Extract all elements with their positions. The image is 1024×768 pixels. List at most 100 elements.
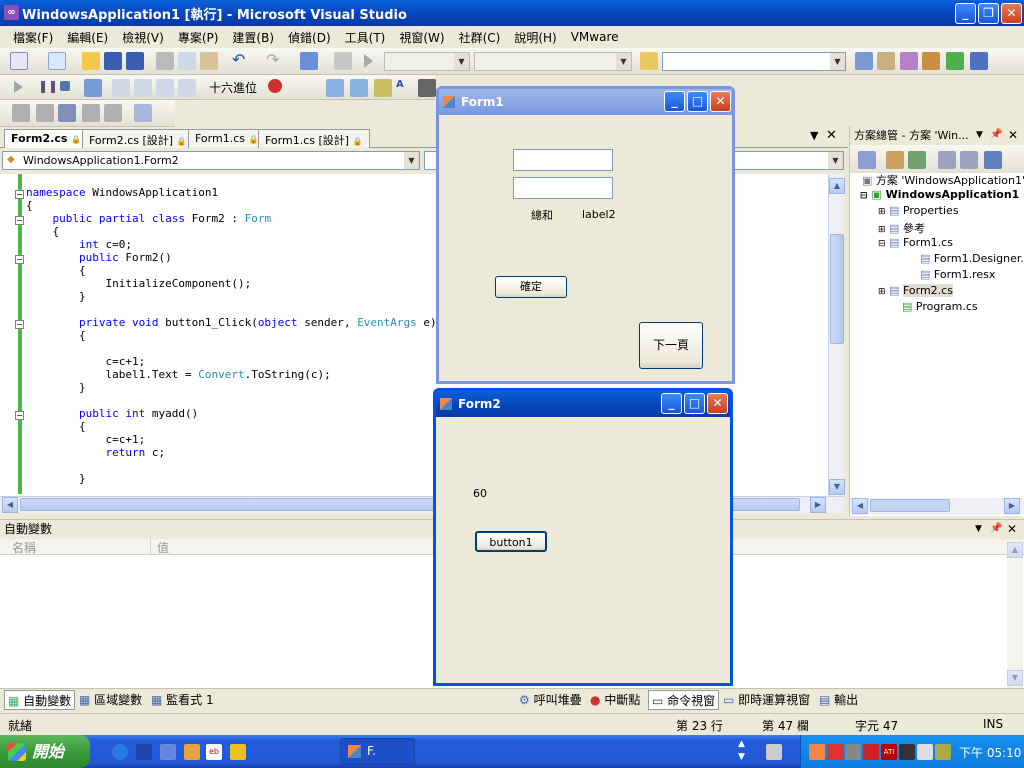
ati-icon[interactable]: ATI xyxy=(881,744,897,760)
pointer-icon[interactable] xyxy=(374,79,392,97)
pin-icon[interactable]: 📌 xyxy=(990,520,1002,538)
close-panel-icon[interactable]: ✕ xyxy=(1007,520,1017,538)
form2-close-button[interactable]: ✕ xyxy=(707,393,728,414)
step-over-icon[interactable] xyxy=(156,79,174,97)
solution-explorer-icon[interactable] xyxy=(855,52,873,70)
menu-item[interactable]: 檢視(V) xyxy=(115,29,171,46)
form1-window[interactable]: Form1 _ □ ✕ 總和 label2 確定 下一頁 xyxy=(436,86,735,384)
restore-button[interactable]: ❐ xyxy=(978,3,999,24)
paste-icon[interactable] xyxy=(200,52,218,70)
form2-window[interactable]: Form2 _ □ ✕ 60 button1 xyxy=(433,388,733,686)
properties-icon[interactable] xyxy=(886,151,904,169)
tray-icon-6[interactable] xyxy=(899,744,915,760)
taskbar-scroll-arrows[interactable]: ▲ ▼ xyxy=(738,738,745,764)
scroll-right-icon[interactable]: ▶ xyxy=(1004,498,1020,514)
scroll-down-icon[interactable]: ▼ xyxy=(1007,670,1023,686)
close-panel-icon[interactable]: ✕ xyxy=(1008,126,1018,144)
scroll-left-icon[interactable]: ◀ xyxy=(2,497,18,513)
designer-align-icon[interactable] xyxy=(350,79,368,97)
solution-explorer-hscroll[interactable]: ◀ ▶ xyxy=(850,498,1024,515)
designer-layout-icon[interactable] xyxy=(326,79,344,97)
tab-form1-design[interactable]: Form1.cs [設計] 🔒 xyxy=(258,129,370,148)
tab-call-stack[interactable]: ⚙ 呼叫堆疊 xyxy=(516,690,585,710)
panel-dropdown-icon[interactable]: ▼ xyxy=(975,520,982,538)
layout-icon-5[interactable] xyxy=(104,104,122,122)
find-in-files-icon[interactable] xyxy=(640,52,658,70)
copy-icon[interactable] xyxy=(178,52,196,70)
command-window-icon[interactable] xyxy=(970,52,988,70)
solution-platform-combo[interactable]: ▼ xyxy=(474,52,632,71)
menu-item[interactable]: 專案(P) xyxy=(171,29,226,46)
form1-title-bar[interactable]: Form1 _ □ ✕ xyxy=(439,89,732,115)
column-value[interactable]: 值 xyxy=(150,539,169,556)
fold-toggle[interactable]: − xyxy=(15,255,24,264)
menu-item[interactable]: 說明(H) xyxy=(507,29,563,46)
tray-icon-1[interactable] xyxy=(809,744,825,760)
tree-item-project[interactable]: ⊟ ▣ WindowsApplication1 xyxy=(860,188,1019,201)
form1-ok-button[interactable]: 確定 xyxy=(495,276,567,298)
menu-item[interactable]: 偵錯(D) xyxy=(281,29,338,46)
class-combo[interactable]: ◆ WindowsApplication1.Form2 ▼ xyxy=(2,151,420,170)
tree-item-form1[interactable]: ⊟ ▤ Form1.cs xyxy=(878,236,953,249)
menu-item[interactable]: 編輯(E) xyxy=(60,29,115,46)
tree-item-form1-resx[interactable]: ▤ Form1.resx xyxy=(920,268,995,281)
tab-autos[interactable]: ▦ 自動變數 xyxy=(4,690,76,710)
show-next-statement-icon[interactable] xyxy=(112,79,130,97)
view-code-icon[interactable] xyxy=(938,151,956,169)
scroll-down-icon[interactable]: ▼ xyxy=(829,479,845,495)
menu-item[interactable]: VMware xyxy=(564,30,626,44)
fold-toggle[interactable]: − xyxy=(15,320,24,329)
tab-watch[interactable]: ▦ 監看式 1 xyxy=(148,690,217,710)
object-browser-icon[interactable] xyxy=(900,52,918,70)
font-icon[interactable]: A xyxy=(396,79,414,97)
close-document-icon[interactable]: ✕ xyxy=(826,128,837,143)
step-out-icon[interactable] xyxy=(178,79,196,97)
tab-immediate-window[interactable]: ▭ 即時運算視窗 xyxy=(720,690,813,710)
properties-icon[interactable] xyxy=(877,52,895,70)
start-page-icon[interactable] xyxy=(946,52,964,70)
menu-item[interactable]: 工具(T) xyxy=(338,29,393,46)
autos-vscroll[interactable]: ▲ ▼ xyxy=(1007,540,1023,688)
tray-icon-4[interactable] xyxy=(863,744,879,760)
tree-item-form1-designer[interactable]: ▤ Form1.Designer.cs xyxy=(920,252,1024,265)
form1-close-button[interactable]: ✕ xyxy=(710,91,731,112)
clock[interactable]: 下午 05:10 xyxy=(959,744,1021,761)
form2-minimize-button[interactable]: _ xyxy=(661,393,682,414)
start-button[interactable]: 開始 xyxy=(0,735,90,768)
save-all-icon[interactable] xyxy=(126,52,144,70)
layout-icon-4[interactable] xyxy=(82,104,100,122)
tree-item-solution[interactable]: ▣ 方案 'WindowsApplication1' ( xyxy=(862,172,1024,188)
tab-output[interactable]: ▤ 輸出 xyxy=(816,690,861,710)
restart-icon[interactable] xyxy=(84,79,102,97)
cut-icon[interactable] xyxy=(156,52,174,70)
hexadecimal-toggle[interactable]: 十六進位 xyxy=(209,79,257,96)
save-icon[interactable] xyxy=(104,52,122,70)
menu-item[interactable]: 視窗(W) xyxy=(392,29,451,46)
keyboard-icon[interactable] xyxy=(766,744,782,760)
scroll-up-icon[interactable]: ▲ xyxy=(829,178,845,194)
menu-item[interactable]: 檔案(F) xyxy=(6,29,60,46)
layout-icon-2[interactable] xyxy=(36,104,54,122)
toolbox-icon[interactable] xyxy=(922,52,940,70)
show-all-files-icon[interactable] xyxy=(858,151,876,169)
tree-item-properties[interactable]: ⊞ ▤ Properties xyxy=(878,204,959,217)
break-all-icon[interactable]: ❚❚ xyxy=(38,79,58,97)
view-designer-icon[interactable] xyxy=(960,151,978,169)
panel-dropdown-icon[interactable]: ▼ xyxy=(976,126,983,144)
indent-icon[interactable] xyxy=(418,79,436,97)
scroll-up-icon[interactable]: ▲ xyxy=(1007,542,1023,558)
find-combo[interactable]: ▼ xyxy=(662,52,846,71)
tab-form1-cs[interactable]: Form1.cs 🔒 xyxy=(188,129,266,148)
start-debug-icon[interactable] xyxy=(364,54,373,68)
menu-item[interactable]: 建置(B) xyxy=(225,29,281,46)
tray-icon-8[interactable] xyxy=(935,744,951,760)
form2-maximize-button[interactable]: □ xyxy=(684,393,705,414)
quicklaunch-icon-4[interactable] xyxy=(184,744,200,760)
close-button[interactable]: ✕ xyxy=(1001,3,1022,24)
refresh-icon[interactable] xyxy=(908,151,926,169)
scroll-left-icon[interactable]: ◀ xyxy=(852,498,868,514)
form2-button1[interactable]: button1 xyxy=(475,531,547,552)
form2-title-bar[interactable]: Form2 _ □ ✕ xyxy=(436,391,730,417)
continue-icon[interactable] xyxy=(14,81,23,93)
form1-textbox-2[interactable] xyxy=(513,177,613,199)
